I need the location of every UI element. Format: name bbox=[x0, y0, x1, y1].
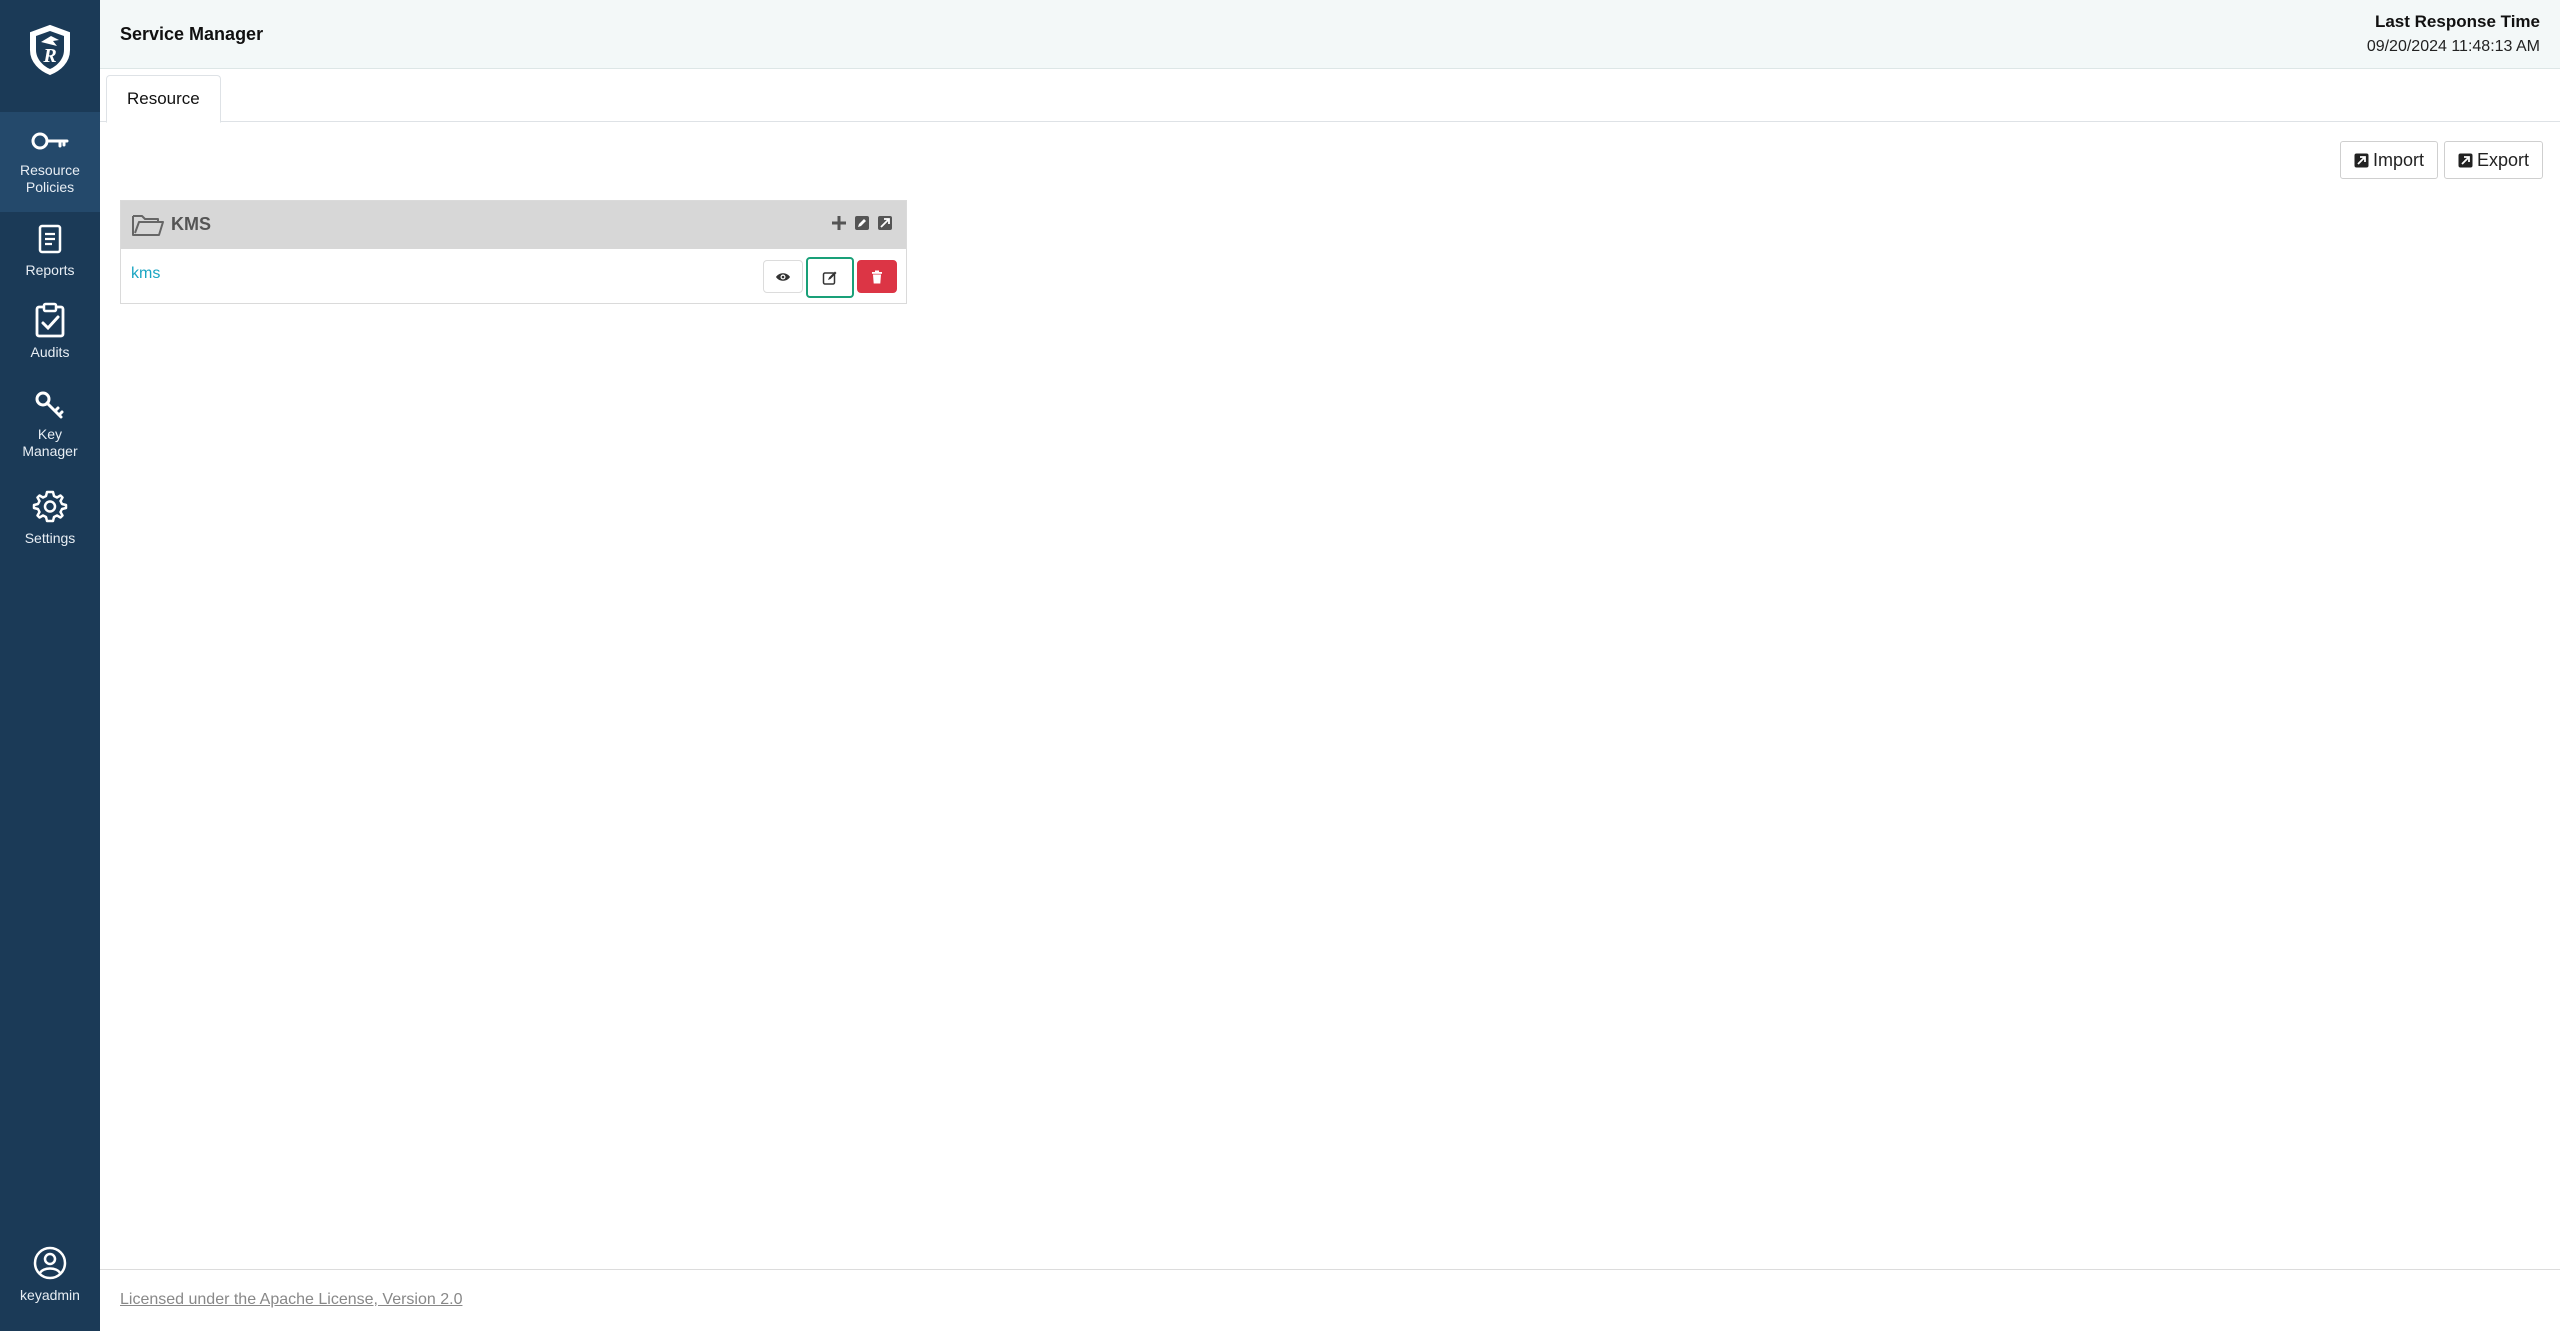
keys-icon bbox=[35, 391, 64, 419]
sidebar: R Resource Policies Reports Audits Key M… bbox=[0, 0, 100, 1331]
plus-icon[interactable] bbox=[831, 215, 847, 231]
sidebar-item-label: Key Manager bbox=[22, 426, 78, 459]
license-link[interactable]: Licensed under the Apache License, Versi… bbox=[120, 1291, 462, 1309]
sidebar-item-label: Resource Policies bbox=[20, 162, 80, 195]
top-header: Service Manager Last Response Time 09/20… bbox=[100, 0, 2560, 69]
user-circle-icon bbox=[33, 1246, 67, 1280]
last-response-label: Last Response Time bbox=[2374, 12, 2540, 31]
sidebar-item-audits[interactable]: Audits bbox=[0, 302, 100, 366]
trash-icon bbox=[872, 270, 882, 283]
footer: Licensed under the Apache License, Versi… bbox=[100, 1269, 2560, 1331]
import-button-label: Import bbox=[2373, 149, 2425, 170]
sidebar-item-reports[interactable]: Reports bbox=[0, 224, 100, 284]
last-response-time: 09/20/2024 11:48:13 AM bbox=[2366, 38, 2540, 55]
service-card-kms: KMS kms bbox=[120, 200, 907, 304]
clipboard-check-icon bbox=[35, 302, 65, 338]
sidebar-item-label: Reports bbox=[25, 262, 75, 278]
key-icon bbox=[31, 132, 69, 150]
svg-text:R: R bbox=[42, 45, 56, 67]
edit-icon bbox=[822, 271, 837, 285]
tab-resource[interactable]: Resource bbox=[106, 75, 221, 123]
export-square-icon[interactable] bbox=[877, 215, 893, 231]
sidebar-item-label: Audits bbox=[30, 344, 70, 360]
folder-open-icon bbox=[132, 215, 164, 236]
delete-service-button[interactable] bbox=[857, 260, 897, 293]
edit-square-icon[interactable] bbox=[854, 215, 870, 231]
export-button[interactable]: Export bbox=[2444, 141, 2544, 179]
sidebar-item-settings[interactable]: Settings bbox=[0, 488, 100, 552]
user-menu[interactable]: keyadmin bbox=[0, 1245, 100, 1303]
import-button[interactable]: Import bbox=[2340, 141, 2439, 179]
service-card-header: KMS bbox=[121, 201, 906, 249]
view-service-button[interactable] bbox=[763, 260, 803, 293]
service-link-kms[interactable]: kms bbox=[131, 265, 160, 283]
gear-icon bbox=[32, 490, 68, 523]
ranger-shield-logo-icon[interactable]: R bbox=[0, 0, 100, 100]
username-label: keyadmin bbox=[20, 1287, 80, 1303]
export-icon bbox=[2458, 153, 2473, 167]
service-card-title: KMS bbox=[171, 214, 211, 234]
export-button-label: Export bbox=[2477, 149, 2530, 170]
sidebar-item-label: Settings bbox=[24, 530, 76, 546]
page-title: Service Manager bbox=[120, 24, 264, 44]
sidebar-item-resource-policies[interactable]: Resource Policies bbox=[0, 112, 100, 212]
tab-bar: Resource bbox=[100, 69, 2560, 123]
edit-service-button[interactable] bbox=[806, 257, 854, 298]
sidebar-item-key-manager[interactable]: Key Manager bbox=[0, 390, 100, 466]
report-icon bbox=[38, 224, 62, 254]
eye-icon bbox=[776, 272, 790, 281]
import-icon bbox=[2354, 153, 2369, 167]
